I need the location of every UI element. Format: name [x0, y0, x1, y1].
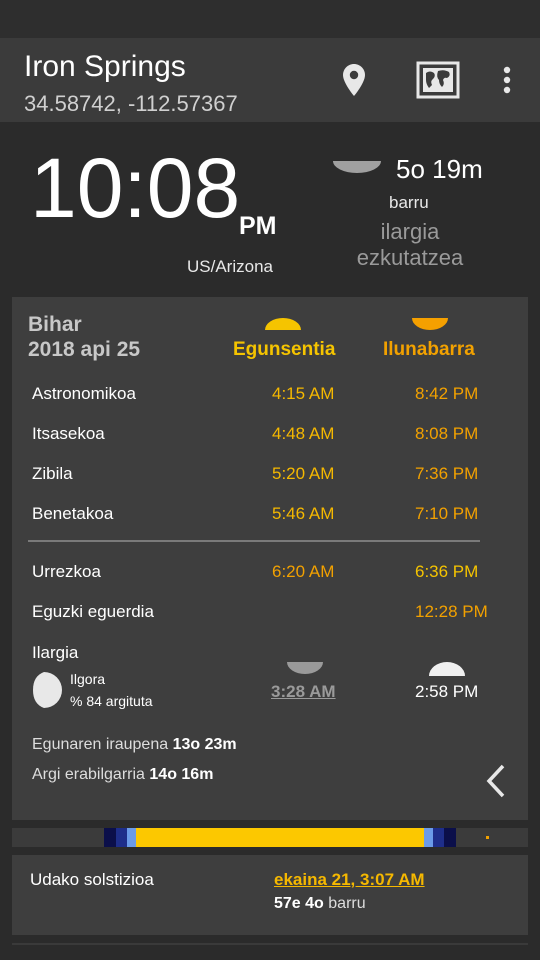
- solar-noon-time: 12:28 PM: [415, 602, 488, 621]
- status-bar: [0, 0, 540, 38]
- sunrise-time: 4:48 AM: [272, 424, 335, 443]
- next-event-name: ilargia ezkutatzea: [340, 219, 480, 270]
- moonrise-time[interactable]: 3:28 AM: [271, 682, 336, 702]
- row-label: Benetakoa: [32, 504, 114, 523]
- row-label: Astronomikoa: [32, 384, 136, 403]
- chevron-left-icon[interactable]: [485, 764, 507, 803]
- current-time-ampm: PM: [239, 212, 277, 240]
- solstice-countdown: 57e 4o barru: [274, 895, 366, 913]
- solstice-countdown-suffix: barru: [328, 895, 366, 912]
- day-heading: Bihar 2018 api 25: [28, 312, 140, 362]
- sunrise-column-header: Egunsentia: [233, 339, 336, 360]
- location-coordinates: 34.58742, -112.57367: [24, 91, 238, 116]
- next-event-name-line2: ezkutatzea: [356, 244, 464, 270]
- moon-phase-icon: [32, 671, 62, 714]
- next-event-name-line1: ilargia: [380, 219, 440, 244]
- sunset-time: 7:36 PM: [415, 464, 479, 483]
- sunset-time: 8:08 PM: [415, 424, 479, 443]
- moonset-mini-icon: [428, 661, 466, 682]
- day-length-label: Egunaren iraupena: [32, 736, 169, 753]
- next-event-countdown: 5o 19m: [396, 154, 483, 184]
- next-event-suffix: barru: [389, 193, 429, 212]
- day-date[interactable]: 2018 api 25: [28, 337, 140, 362]
- sunrise-time: 4:15 AM: [272, 384, 335, 403]
- golden-hour-label: Urrezkoa: [32, 562, 101, 581]
- usable-light-value: 14o 16m: [149, 766, 214, 783]
- location-pin-icon[interactable]: [336, 58, 372, 102]
- sun-times-card: Bihar 2018 api 25 Egunsentia Ilunabarra …: [12, 297, 528, 820]
- more-vert-icon[interactable]: [492, 58, 522, 102]
- map-icon[interactable]: [414, 58, 462, 102]
- current-time: 10:08: [30, 141, 241, 235]
- bottom-divider: [12, 943, 528, 945]
- sunrise-time: 5:20 AM: [272, 464, 335, 483]
- usable-light-label: Argi erabilgarria: [32, 766, 145, 783]
- moonrise-icon: [286, 661, 324, 680]
- golden-hour-evening: 6:36 PM: [415, 562, 479, 581]
- solstice-label: Udako solstizioa: [30, 870, 154, 889]
- day-length-value: 13o 23m: [172, 736, 237, 753]
- solstice-countdown-value: 57e 4o: [274, 895, 324, 912]
- moonset-icon: [332, 160, 382, 179]
- timezone-label[interactable]: US/Arizona: [187, 257, 273, 277]
- solstice-card: Udako solstizioa ekaina 21, 3:07 AM 57e …: [12, 855, 528, 935]
- section-divider: [28, 540, 480, 542]
- day-label: Bihar: [28, 313, 82, 336]
- day-length: Egunaren iraupena 13o 23m: [32, 736, 237, 754]
- sunset-icon: [411, 317, 449, 336]
- sunrise-time: 5:46 AM: [272, 504, 335, 523]
- solar-noon-label: Eguzki eguerdia: [32, 602, 154, 621]
- row-label: Zibila: [32, 464, 73, 483]
- moon-phase-name: Ilgora: [70, 671, 106, 687]
- moonset-time: 2:58 PM: [415, 682, 479, 701]
- solstice-date-link[interactable]: ekaina 21, 3:07 AM: [274, 870, 425, 890]
- usable-light: Argi erabilgarria 14o 16m: [32, 766, 213, 784]
- app-bar: Iron Springs 34.58742, -112.57367: [0, 38, 540, 122]
- sunset-time: 8:42 PM: [415, 384, 479, 403]
- sunset-column-header: Ilunabarra: [383, 339, 475, 360]
- daylight-timeline-bar[interactable]: [12, 828, 528, 847]
- sunrise-icon: [264, 317, 302, 336]
- moon-illumination: % 84 argituta: [70, 693, 153, 709]
- sunset-time: 7:10 PM: [415, 504, 479, 523]
- location-title[interactable]: Iron Springs: [24, 50, 186, 84]
- moon-label: Ilargia: [32, 643, 79, 662]
- row-label: Itsasekoa: [32, 424, 105, 443]
- golden-hour-morning: 6:20 AM: [272, 562, 335, 581]
